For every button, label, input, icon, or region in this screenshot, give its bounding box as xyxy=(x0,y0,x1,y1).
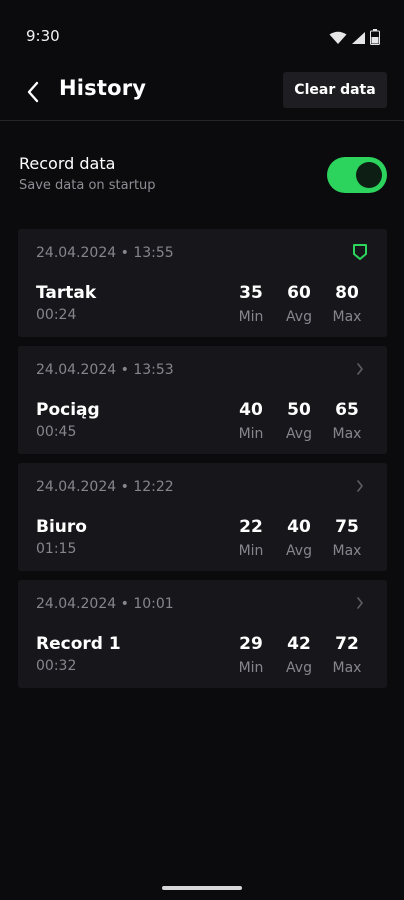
card-duration: 00:24 xyxy=(36,307,77,323)
card-date: 24.04.2024 • 10:01 xyxy=(36,596,174,612)
card-duration: 00:32 xyxy=(36,658,77,674)
card-stats: 29 Min 42 Avg 72 Max xyxy=(230,634,368,678)
stat-min: 22 Min xyxy=(230,517,272,561)
stat-min-label: Min xyxy=(238,309,264,325)
record-data-setting: Record data Save data on startup xyxy=(18,150,387,202)
status-time: 9:30 xyxy=(26,27,60,45)
home-indicator[interactable] xyxy=(162,886,242,890)
stat-avg-value: 60 xyxy=(287,283,311,303)
stat-max-value: 65 xyxy=(335,400,359,420)
record-data-toggle[interactable] xyxy=(327,157,387,193)
toggle-knob xyxy=(356,162,382,188)
stat-avg-value: 40 xyxy=(287,517,311,537)
stat-avg: 60 Avg xyxy=(278,283,320,327)
stat-max-label: Max xyxy=(332,309,362,325)
card-stats: 40 Min 50 Avg 65 Max xyxy=(230,400,368,444)
clear-data-button[interactable]: Clear data xyxy=(283,72,387,108)
battery-icon xyxy=(370,29,380,49)
back-button[interactable] xyxy=(18,78,48,110)
stat-max: 80 Max xyxy=(326,283,368,327)
record-data-title: Record data xyxy=(19,154,116,173)
stat-max: 72 Max xyxy=(326,634,368,678)
card-stats: 35 Min 60 Avg 80 Max xyxy=(230,283,368,327)
wifi-icon xyxy=(329,30,347,49)
chevron-left-icon xyxy=(26,81,40,107)
stat-min-label: Min xyxy=(238,426,264,442)
stat-max-label: Max xyxy=(332,543,362,559)
stat-min-label: Min xyxy=(238,660,264,676)
stat-avg-value: 42 xyxy=(287,634,311,654)
stat-min: 40 Min xyxy=(230,400,272,444)
card-name: Biuro xyxy=(36,517,87,537)
card-duration: 00:45 xyxy=(36,424,77,440)
stat-min-value: 40 xyxy=(239,400,263,420)
card-name: Pociąg xyxy=(36,400,100,420)
stat-min: 35 Min xyxy=(230,283,272,327)
stat-max-value: 80 xyxy=(335,283,359,303)
card-stats: 22 Min 40 Avg 75 Max xyxy=(230,517,368,561)
history-card[interactable]: 24.04.2024 • 10:01 Record 1 00:32 29 Min… xyxy=(18,580,387,688)
card-duration: 01:15 xyxy=(36,541,77,557)
stat-avg-label: Avg xyxy=(286,660,312,676)
card-date: 24.04.2024 • 12:22 xyxy=(36,479,174,495)
signal-icon xyxy=(351,30,366,49)
stat-max-value: 72 xyxy=(335,634,359,654)
shield-icon[interactable] xyxy=(351,243,369,261)
history-list: 24.04.2024 • 13:55 Tartak 00:24 35 Min 6… xyxy=(18,229,387,697)
card-date: 24.04.2024 • 13:53 xyxy=(36,362,174,378)
stat-avg-label: Avg xyxy=(286,309,312,325)
stat-min-value: 22 xyxy=(239,517,263,537)
card-name: Tartak xyxy=(36,283,97,303)
status-bar: 9:30 xyxy=(0,0,404,72)
stat-max-value: 75 xyxy=(335,517,359,537)
stat-avg-label: Avg xyxy=(286,426,312,442)
record-data-subtitle: Save data on startup xyxy=(19,178,156,193)
stat-max-label: Max xyxy=(332,426,362,442)
stat-max-label: Max xyxy=(332,660,362,676)
stat-max: 65 Max xyxy=(326,400,368,444)
history-card[interactable]: 24.04.2024 • 13:53 Pociąg 00:45 40 Min 5… xyxy=(18,346,387,454)
stat-max: 75 Max xyxy=(326,517,368,561)
chevron-right-icon xyxy=(351,477,369,495)
stat-min-value: 35 xyxy=(239,283,263,303)
stat-avg: 40 Avg xyxy=(278,517,320,561)
stat-avg-value: 50 xyxy=(287,400,311,420)
stat-min-label: Min xyxy=(238,543,264,559)
card-date: 24.04.2024 • 13:55 xyxy=(36,245,174,261)
chevron-right-icon xyxy=(351,594,369,612)
stat-avg: 42 Avg xyxy=(278,634,320,678)
app-header: History Clear data xyxy=(0,72,404,121)
history-card[interactable]: 24.04.2024 • 12:22 Biuro 01:15 22 Min 40… xyxy=(18,463,387,571)
card-name: Record 1 xyxy=(36,634,121,654)
stat-avg-label: Avg xyxy=(286,543,312,559)
stat-min: 29 Min xyxy=(230,634,272,678)
chevron-right-icon xyxy=(351,360,369,378)
stat-min-value: 29 xyxy=(239,634,263,654)
status-icons xyxy=(329,29,380,49)
history-card[interactable]: 24.04.2024 • 13:55 Tartak 00:24 35 Min 6… xyxy=(18,229,387,337)
stat-avg: 50 Avg xyxy=(278,400,320,444)
page-title: History xyxy=(59,76,147,100)
